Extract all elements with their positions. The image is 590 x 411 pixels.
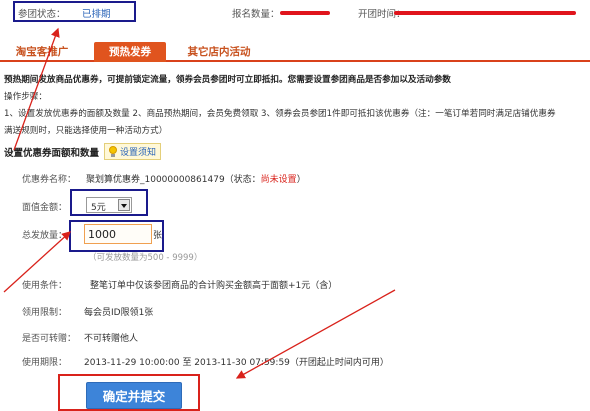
setting-notes-link[interactable]: 设置须知 xyxy=(104,143,162,160)
steps-label: 操作步骤： xyxy=(4,92,47,102)
steps-line-2: 满送规则时，只能选择使用一种活动方式） xyxy=(4,126,168,136)
steps-line-1: 1、设置发放优惠券的面额及数量 2、商品预热期间，会员免费领取 3、领券会员参团… xyxy=(4,109,556,119)
highlight-box-quantity xyxy=(69,220,164,252)
transfer-value: 不可转赠他人 xyxy=(84,334,139,344)
transfer-label: 是否可转赠： xyxy=(22,334,77,344)
notice-block: 预热期间发放商品优惠券，可提前锁定流量，领券会员参团时可立即抵扣。您需要设置参团… xyxy=(4,72,588,140)
signup-count-label: 报名数量： xyxy=(232,9,280,20)
tab-other-activities[interactable]: 其它店内活动 xyxy=(176,42,262,62)
total-quantity-label: 总发放量： xyxy=(22,231,68,241)
quantity-hint: （可发放数量为500 - 9999） xyxy=(88,253,203,263)
limit-label: 领用限制： xyxy=(22,308,68,318)
coupon-name-label: 优惠券名称： xyxy=(22,175,77,185)
tab-preheat-coupon[interactable]: 预热发券 xyxy=(94,42,166,62)
condition-value: 整笔订单中仅该参团商品的合计购买金额高于面额+1元（含） xyxy=(90,281,338,291)
highlight-box-face-value xyxy=(70,189,148,216)
highlight-box-submit xyxy=(58,374,200,411)
period-value: 2013-11-29 10:00:00 至 2013-11-30 07:59:5… xyxy=(84,358,389,368)
limit-value: 每会员ID限领1张 xyxy=(84,308,154,318)
tab-taobaoke[interactable]: 淘宝客推广 xyxy=(6,42,78,62)
notice-headline: 预热期间发放商品优惠券，可提前锁定流量，领券会员参团时可立即抵扣。您需要设置参团… xyxy=(4,75,451,85)
condition-label: 使用条件： xyxy=(22,281,68,291)
lightbulb-icon xyxy=(108,145,118,158)
face-value-label: 面值金额： xyxy=(22,203,68,213)
coupon-name-value: 聚划算优惠券_10000000861479（状态：尚未设置） xyxy=(86,175,306,185)
coupon-status: 尚未设置 xyxy=(260,175,297,185)
period-label: 使用期限： xyxy=(22,358,68,368)
redaction-mark xyxy=(280,11,330,15)
setting-notes-label: 设置须知 xyxy=(120,148,157,158)
redaction-mark xyxy=(394,11,576,15)
section-title: 设置优惠券面额和数量 xyxy=(4,148,100,159)
highlight-box-status xyxy=(13,1,136,22)
tab-bar: 淘宝客推广 预热发券 其它店内活动 xyxy=(0,40,590,62)
